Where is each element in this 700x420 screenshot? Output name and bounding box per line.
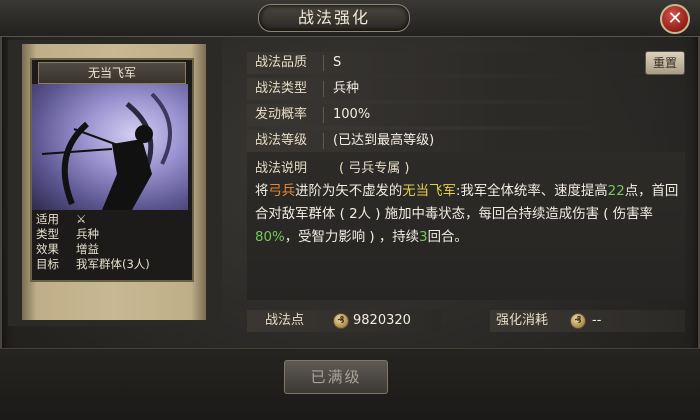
type-value: 兵种 — [333, 81, 360, 96]
coin-icon: ₰ — [570, 313, 586, 329]
stat-row: 类型 兵种 — [32, 227, 188, 242]
divider — [323, 107, 324, 123]
desc-part: 进阶为矢不虚发的 — [295, 184, 403, 199]
quality-label: 战法品质 — [255, 55, 308, 70]
tactic-points-row: 战法点 ₰ 9820320 — [247, 310, 441, 332]
stat-key: 效果 — [36, 242, 59, 256]
description-subtitle: ( 弓兵专属 ) — [339, 161, 410, 176]
divider — [323, 81, 324, 97]
type-label: 战法类型 — [255, 81, 308, 96]
close-button[interactable]: ✕ — [660, 4, 690, 34]
crossed-bows-icon: ⚔ — [76, 212, 87, 226]
level-label: 战法等级 — [255, 133, 308, 148]
stat-row: 目标 我军群体(3人) — [32, 257, 188, 272]
quality-row: 战法品质 S — [247, 52, 685, 74]
archer-illustration — [32, 84, 188, 210]
level-value: (已达到最高等级) — [333, 133, 435, 148]
desc-highlight-archer: 弓兵 — [268, 184, 296, 199]
rate-value: 100% — [333, 107, 371, 122]
cost-value: -- — [592, 313, 602, 328]
desc-highlight-number: 80% — [255, 230, 285, 245]
card-name: 无当飞军 — [38, 62, 186, 84]
desc-highlight-number: 3 — [419, 230, 428, 245]
max-level-button[interactable]: 已满级 — [284, 360, 388, 394]
desc-part: ，受智力影响 ) ，持续 — [284, 230, 420, 245]
level-row: 战法等级 (已达到最高等级) — [247, 130, 685, 152]
stat-value: ⚔ — [76, 212, 188, 227]
rate-label: 发动概率 — [255, 107, 308, 122]
cost-row: 强化消耗 ₰ -- — [490, 310, 685, 332]
cost-label: 强化消耗 — [496, 313, 549, 328]
tactic-points-label: 战法点 — [265, 313, 305, 328]
desc-highlight-number: 22 — [607, 184, 625, 199]
stat-value: 兵种 — [76, 227, 99, 241]
stat-value: 我军群体(3人) — [76, 257, 150, 271]
stat-row: 适用 ⚔ — [32, 212, 188, 227]
stat-key: 适用 — [36, 212, 59, 226]
stat-key: 类型 — [36, 227, 59, 241]
stat-value: 增益 — [76, 242, 99, 256]
desc-part: 将 — [255, 184, 269, 199]
close-icon: ✕ — [667, 8, 683, 29]
description-heading: 战法说明 — [255, 161, 308, 176]
stat-row: 效果 增益 — [32, 242, 188, 257]
coin-icon: ₰ — [333, 313, 349, 329]
reset-button[interactable]: 重置 — [645, 51, 685, 75]
divider — [323, 55, 324, 71]
type-row: 战法类型 兵种 — [247, 78, 685, 100]
card-stats: 适用 ⚔ 类型 兵种 效果 增益 目标 我军群体(3人) — [32, 212, 188, 272]
divider — [323, 133, 324, 149]
rate-row: 发动概率 100% — [247, 104, 685, 126]
description-box: 战法说明 ( 弓兵专属 ) 将弓兵进阶为矢不虚发的无当飞军:我军全体统率、速度提… — [247, 152, 685, 300]
tactic-points-value: 9820320 — [353, 313, 411, 328]
description-text: 将弓兵进阶为矢不虚发的无当飞军:我军全体统率、速度提高22点，首回合对敌军群体 … — [255, 180, 681, 249]
desc-highlight-tactic: 无当飞军 — [402, 184, 456, 199]
stat-key: 目标 — [36, 257, 59, 271]
quality-value: S — [333, 55, 342, 70]
desc-part: :我军全体统率、速度提高 — [455, 184, 608, 199]
desc-part: 回合。 — [427, 230, 468, 245]
dialog-title: 战法强化 — [258, 4, 410, 32]
